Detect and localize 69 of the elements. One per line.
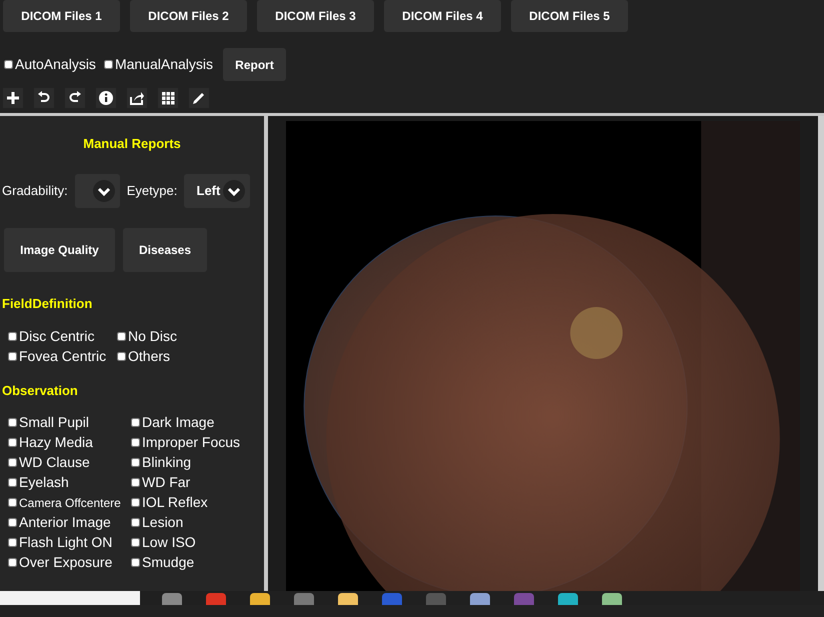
analysis-option-label: AutoAnalysis — [15, 55, 96, 74]
checkbox-label: IOL Reflex — [142, 493, 208, 512]
report-button[interactable]: Report — [223, 48, 286, 81]
chevron-down-icon — [92, 179, 116, 203]
checkbox-label: Low ISO — [142, 533, 196, 552]
checkbox[interactable] — [8, 418, 17, 427]
checkbox-label: Flash Light ON — [19, 533, 112, 552]
checkbox-label: No Disc — [128, 326, 178, 346]
checkbox-label: Camera Offcentere — [19, 494, 121, 512]
redo-icon[interactable] — [65, 88, 85, 108]
checkbox[interactable] — [4, 60, 13, 69]
info-icon[interactable] — [96, 88, 116, 108]
dicom-files-tab[interactable]: DICOM Files 4 — [384, 0, 501, 32]
undo-icon[interactable] — [34, 88, 54, 108]
checkbox[interactable] — [8, 478, 17, 487]
checkbox-label: Smudge — [142, 553, 194, 572]
checkbox-label: Over Exposure — [19, 553, 112, 572]
checkbox[interactable] — [131, 518, 140, 527]
checkbox[interactable] — [8, 352, 17, 360]
analysis-option-label: ManualAnalysis — [114, 55, 213, 74]
share-icon[interactable] — [127, 88, 147, 108]
checkbox[interactable] — [131, 558, 140, 567]
checkbox[interactable] — [8, 458, 17, 467]
plus-icon[interactable] — [3, 88, 23, 108]
checkbox[interactable] — [131, 438, 140, 447]
dicom-files-tab[interactable]: DICOM Files 5 — [511, 0, 628, 32]
checkbox[interactable] — [8, 438, 17, 447]
checkbox[interactable] — [8, 558, 17, 567]
section-title: FieldDefinition — [1, 295, 94, 313]
folder-icon[interactable] — [250, 593, 270, 605]
eyetype-select[interactable]: Left — [184, 174, 250, 208]
checkbox[interactable] — [131, 538, 140, 547]
gradability-select[interactable] — [74, 174, 120, 208]
checkbox[interactable] — [131, 458, 140, 467]
checkbox[interactable] — [8, 518, 17, 527]
checkbox-label: Improper Focus — [142, 433, 240, 452]
checkbox-label: WD Clause — [19, 453, 90, 472]
eyetype-label: Eyetype: — [126, 182, 178, 200]
checkbox-label: Others — [128, 346, 170, 366]
checkbox-label: WD Far — [142, 473, 190, 492]
checkbox[interactable] — [104, 60, 113, 69]
checkbox[interactable] — [8, 538, 17, 547]
grid-icon[interactable] — [158, 88, 178, 108]
checkbox[interactable] — [131, 498, 140, 507]
checkbox[interactable] — [117, 332, 126, 340]
checkbox-label: Hazy Media — [19, 433, 93, 452]
report-category-button[interactable]: Diseases — [123, 228, 207, 272]
checkbox-label: Eyelash — [19, 473, 69, 492]
report-category-button[interactable]: Image Quality — [4, 228, 115, 272]
checkbox-label: Fovea Centric — [19, 346, 106, 366]
checkbox-label: Dark Image — [142, 413, 214, 432]
panel-title: Manual Reports — [82, 135, 182, 153]
checkbox[interactable] — [8, 332, 17, 340]
gradability-label: Gradability: — [2, 182, 68, 200]
checkbox-label: Blinking — [142, 453, 192, 472]
section-title: Observation — [1, 382, 79, 400]
checkbox-label: Anterior Image — [19, 513, 111, 532]
checkbox[interactable] — [117, 352, 126, 360]
checkbox-label: Lesion — [142, 513, 184, 532]
checkbox-label: Small Pupil — [19, 413, 90, 432]
checkbox-label: Disc Centric — [19, 326, 94, 346]
dicom-files-tab[interactable]: DICOM Files 3 — [257, 0, 374, 32]
pencil-icon[interactable] — [189, 88, 209, 108]
chevron-down-icon — [222, 179, 246, 203]
checkbox[interactable] — [131, 478, 140, 487]
dicom-files-tab[interactable]: DICOM Files 2 — [130, 0, 247, 32]
dicom-files-tab[interactable]: DICOM Files 1 — [3, 0, 120, 32]
checkbox[interactable] — [131, 418, 140, 427]
checkbox[interactable] — [8, 498, 17, 507]
